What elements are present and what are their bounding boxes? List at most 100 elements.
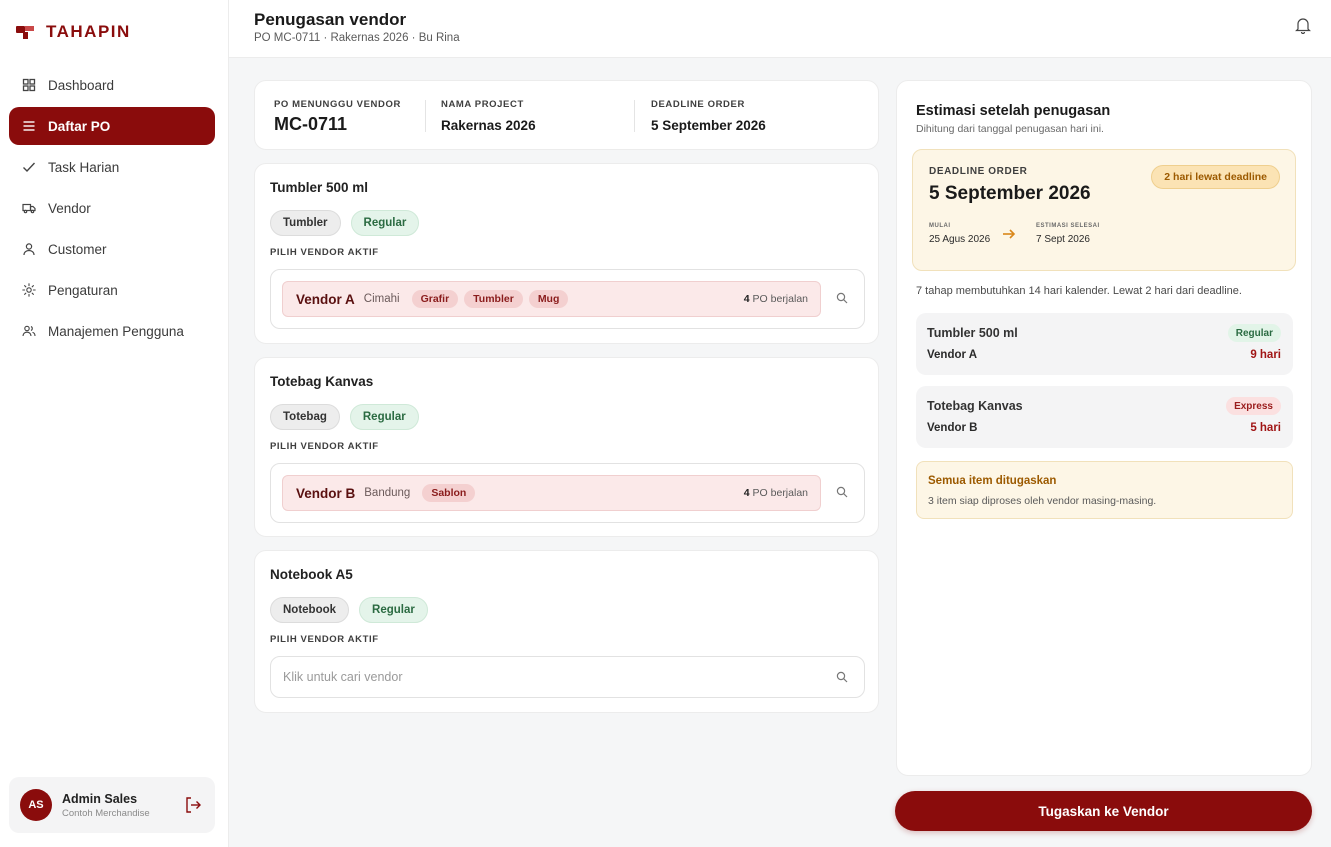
search-icon[interactable] xyxy=(836,292,848,304)
item-card-totebag: Totebag Kanvas Totebag Regular PILIH VEN… xyxy=(254,357,879,537)
sidebar-item-pengaturan[interactable]: Pengaturan xyxy=(9,271,215,309)
end-label: ESTIMASI SELESAI xyxy=(1036,223,1100,229)
notice-title: Semua item ditugaskan xyxy=(928,475,1057,487)
po-number: MC-0711 xyxy=(274,114,348,134)
selected-vendor-chip[interactable]: Vendor B Bandung Sablon 4 PO berjalan xyxy=(282,475,821,511)
user-profile[interactable]: AS Admin Sales Contoh Merchandise xyxy=(9,777,215,833)
priority-badge: Regular xyxy=(1227,324,1281,342)
search-placeholder: Klik untuk cari vendor xyxy=(283,670,403,684)
vendor-po-count: 4 PO berjalan xyxy=(743,293,808,305)
start-date: 25 Agus 2026 xyxy=(929,234,991,245)
sidebar-item-label: Pengaturan xyxy=(48,282,118,298)
estimate-item-title: Tumbler 500 ml xyxy=(927,326,1018,340)
sidebar-item-vendor[interactable]: Vendor xyxy=(9,189,215,227)
sidebar-item-manajemen-pengguna[interactable]: Manajemen Pengguna xyxy=(9,312,215,350)
category-tag: Totebag xyxy=(270,404,340,430)
all-assigned-notice: Semua item ditugaskan 3 item siap dipros… xyxy=(916,461,1293,519)
search-icon[interactable] xyxy=(836,486,848,498)
category-tag: Tumbler xyxy=(270,210,341,236)
avatar: AS xyxy=(20,789,52,821)
vendor-city: Bandung xyxy=(364,487,411,499)
estimate-item-days: 9 hari xyxy=(1250,349,1281,361)
app-name: TAHAPIN xyxy=(46,22,131,41)
item-title: Notebook A5 xyxy=(270,567,353,582)
vendor-selector[interactable]: Vendor A Cimahi Grafir Tumbler Mug 4 PO … xyxy=(270,269,865,329)
project-name: Rakernas 2026 xyxy=(441,118,536,133)
logo-icon xyxy=(16,23,38,41)
logout-icon[interactable] xyxy=(183,795,203,815)
user-company: Contoh Merchandise xyxy=(62,807,150,819)
deadline-label: DEADLINE ORDER xyxy=(651,99,745,110)
users-icon xyxy=(22,324,36,338)
sidebar-item-task-harian[interactable]: Task Harian xyxy=(9,148,215,186)
deadline-label: DEADLINE ORDER xyxy=(929,166,1028,177)
item-card-notebook: Notebook A5 Notebook Regular PILIH VENDO… xyxy=(254,550,879,713)
arrow-right-icon xyxy=(1003,229,1016,239)
estimate-item-vendor: Vendor B xyxy=(927,422,978,434)
deadline-value: 5 September 2026 xyxy=(651,118,766,133)
vendor-skill-tag: Tumbler xyxy=(464,290,523,308)
vendor-po-count: 4 PO berjalan xyxy=(743,487,808,499)
divider xyxy=(634,100,635,132)
pick-vendor-label: PILIH VENDOR AKTIF xyxy=(270,247,379,258)
estimate-subtitle: Dihitung dari tanggal penugasan hari ini… xyxy=(916,123,1104,135)
vendor-skill-tag: Sablon xyxy=(422,484,476,502)
sidebar-item-label: Manajemen Pengguna xyxy=(48,323,184,339)
check-icon xyxy=(22,160,36,174)
sidebar-item-label: Daftar PO xyxy=(48,118,111,134)
sidebar-item-label: Dashboard xyxy=(48,77,115,93)
search-icon[interactable] xyxy=(836,671,848,683)
estimate-panel: Estimasi setelah penugasan Dihitung dari… xyxy=(896,80,1312,776)
grid-icon xyxy=(22,78,36,92)
end-date: 7 Sept 2026 xyxy=(1036,234,1090,245)
vendor-city: Cimahi xyxy=(363,293,400,305)
sidebar-item-customer[interactable]: Customer xyxy=(9,230,215,268)
selected-vendor-chip[interactable]: Vendor A Cimahi Grafir Tumbler Mug 4 PO … xyxy=(282,281,821,317)
top-header: Penugasan vendor PO MC-0711 · Rakernas 2… xyxy=(229,0,1331,58)
sidebar-nav: Dashboard Daftar PO Task Harian Vendor C… xyxy=(9,66,215,353)
deadline-date: 5 September 2026 xyxy=(929,183,1091,204)
truck-icon xyxy=(22,201,36,215)
sidebar-item-dashboard[interactable]: Dashboard xyxy=(9,66,215,104)
sidebar: TAHAPIN Dashboard Daftar PO Task Harian … xyxy=(0,0,229,847)
notice-subtitle: 3 item siap diproses oleh vendor masing-… xyxy=(928,495,1157,507)
assign-to-vendor-button[interactable]: Tugaskan ke Vendor xyxy=(895,791,1312,831)
user-name: Admin Sales xyxy=(62,791,138,806)
vendor-search-input[interactable]: Klik untuk cari vendor xyxy=(270,656,865,698)
sidebar-item-label: Task Harian xyxy=(48,159,120,175)
po-label: PO MENUNGGU VENDOR xyxy=(274,99,401,110)
item-title: Totebag Kanvas xyxy=(270,374,374,389)
estimate-item-days: 5 hari xyxy=(1250,422,1281,434)
page-subtitle: PO MC-0711 · Rakernas 2026 · Bu Rina xyxy=(254,32,460,44)
vendor-skill-tag: Grafir xyxy=(411,290,459,308)
estimate-item-vendor: Vendor A xyxy=(927,349,978,361)
estimate-title: Estimasi setelah penugasan xyxy=(916,103,1111,119)
priority-badge: Express xyxy=(1226,397,1281,415)
project-label: NAMA PROJECT xyxy=(441,99,524,110)
divider xyxy=(425,100,426,132)
gear-icon xyxy=(22,283,36,297)
estimate-row: Tumbler 500 ml Vendor A Regular 9 hari xyxy=(916,313,1293,375)
user-icon xyxy=(22,242,36,256)
deadline-box: DEADLINE ORDER 5 September 2026 2 hari l… xyxy=(912,149,1296,271)
estimate-item-title: Totebag Kanvas xyxy=(927,399,1023,413)
vendor-skill-tag: Mug xyxy=(528,290,569,308)
bell-icon[interactable] xyxy=(1295,16,1311,34)
sidebar-item-label: Vendor xyxy=(48,200,91,216)
start-label: MULAI xyxy=(929,223,951,229)
priority-tag: Regular xyxy=(350,210,420,236)
po-summary-card: PO MENUNGGU VENDOR MC-0711 NAMA PROJECT … xyxy=(254,80,879,150)
vendor-selector[interactable]: Vendor B Bandung Sablon 4 PO berjalan xyxy=(270,463,865,523)
vendor-name: Vendor A xyxy=(296,291,355,307)
sidebar-item-label: Customer xyxy=(48,241,107,257)
category-tag: Notebook xyxy=(270,597,350,623)
sidebar-item-daftar-po[interactable]: Daftar PO xyxy=(9,107,215,145)
priority-tag: Regular xyxy=(359,597,428,623)
vendor-name: Vendor B xyxy=(296,485,356,501)
page-title: Penugasan vendor xyxy=(254,10,407,29)
list-icon xyxy=(22,119,36,133)
pick-vendor-label: PILIH VENDOR AKTIF xyxy=(270,441,379,452)
app-logo[interactable]: TAHAPIN xyxy=(16,22,131,42)
pick-vendor-label: PILIH VENDOR AKTIF xyxy=(270,634,379,645)
item-card-tumbler: Tumbler 500 ml Tumbler Regular PILIH VEN… xyxy=(254,163,879,344)
